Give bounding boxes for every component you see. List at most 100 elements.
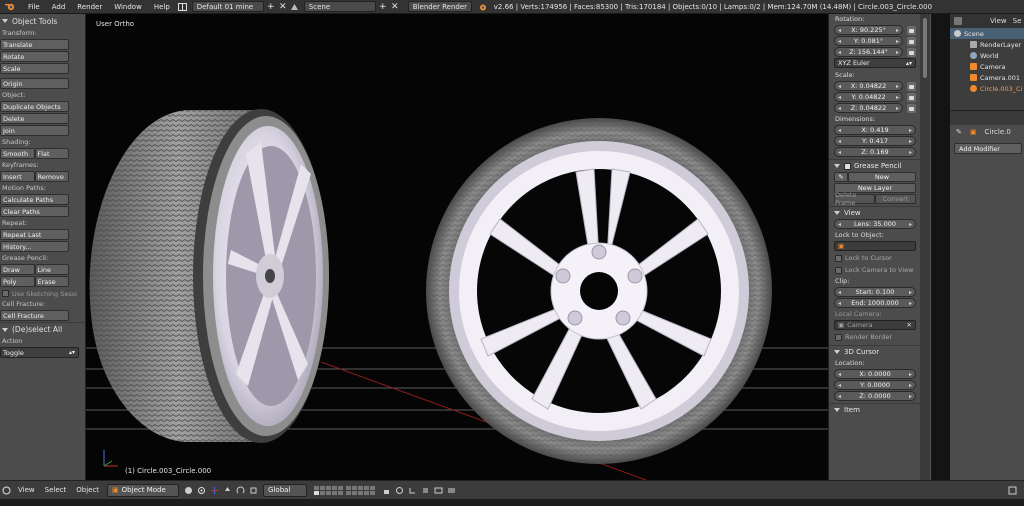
action-select[interactable]: Toggle ▴▾ (0, 347, 79, 358)
layer-buttons[interactable] (314, 485, 376, 495)
convert-button[interactable]: Convert (875, 194, 916, 204)
dimension-z-field[interactable]: ◂ Z: 0.169 ▸ (834, 147, 916, 157)
scale-manipulator-icon[interactable] (248, 485, 259, 496)
snap-target-icon[interactable] (420, 485, 431, 496)
screen-layout-field[interactable]: Default 01 mine (191, 1, 264, 12)
flat-button[interactable]: Flat (34, 148, 69, 159)
erase-button[interactable]: Erase (34, 276, 69, 287)
object-tools-header[interactable]: Object Tools (0, 14, 85, 28)
rotation-mode-select[interactable]: XYZ Euler ▴▾ (834, 58, 916, 68)
rotate-button[interactable]: Rotate (0, 51, 69, 62)
new-grease-button[interactable]: New (848, 172, 916, 182)
duplicate-objects-button[interactable]: Duplicate Objects (0, 101, 69, 112)
right-wheel[interactable] (426, 118, 772, 464)
orientation-select[interactable]: Global (263, 483, 308, 497)
rotation-y-field[interactable]: ◂ Y: 0.081° ▸ (834, 36, 903, 46)
deselect-all-header[interactable]: (De)select All (0, 322, 85, 336)
editor-type-icon[interactable] (954, 17, 962, 25)
history-button[interactable]: History... (0, 241, 69, 252)
opengl-animation-icon[interactable] (446, 485, 457, 496)
outliner-view-menu[interactable]: View (990, 17, 1007, 25)
add-layout-icon[interactable]: + (266, 1, 276, 12)
pivot-point-icon[interactable] (196, 485, 207, 496)
close-layout-icon[interactable]: ✕ (278, 1, 288, 12)
scrollbar-thumb[interactable] (923, 18, 927, 78)
cursor-z-field[interactable]: ◂ Z: 0.0000 ▸ (834, 391, 916, 401)
view-header[interactable]: View (829, 206, 920, 219)
menu-view[interactable]: View (13, 486, 40, 494)
lock-object-field[interactable]: ▣ (834, 241, 916, 251)
lock-icon[interactable] (907, 36, 916, 46)
outliner-item-camera[interactable]: Camera (950, 61, 1024, 72)
smooth-button[interactable]: Smooth (0, 148, 35, 159)
scale-z-field[interactable]: ◂ Z: 0.04822 ▸ (834, 103, 903, 113)
repeat-last-button[interactable]: Repeat Last (0, 229, 69, 240)
render-border-checkbox[interactable]: Render Border (829, 331, 920, 343)
menu-select[interactable]: Select (40, 486, 72, 494)
cursor-y-field[interactable]: ◂ Y: 0.0000 ▸ (834, 380, 916, 390)
3d-viewport[interactable]: User Ortho (1) Circle.003_Circle.000 (86, 14, 828, 480)
pencil-icon[interactable]: ✎ (834, 172, 848, 182)
translate-button[interactable]: Translate (0, 39, 69, 50)
snap-icon[interactable] (407, 485, 418, 496)
local-camera-field[interactable]: ▣ Camera ✕ (834, 320, 916, 330)
outliner-item-world[interactable]: World (950, 50, 1024, 61)
menu-render[interactable]: Render (71, 3, 108, 11)
mode-select[interactable]: ▣ Object Mode (107, 483, 180, 497)
outliner-item-scene[interactable]: Scene (950, 28, 1024, 39)
cell-fracture-button[interactable]: Cell Fracture (0, 310, 69, 321)
outliner-item-renderlayer[interactable]: RenderLayer (950, 39, 1024, 50)
outliner-item-circle[interactable]: Circle.003_Ci (950, 83, 1024, 94)
viewport-shading-icon[interactable] (183, 485, 194, 496)
lock-icon[interactable] (907, 47, 916, 57)
draw-button[interactable]: Draw (0, 264, 35, 275)
scene-icon[interactable] (290, 1, 300, 12)
opengl-render-icon[interactable] (433, 485, 444, 496)
lock-icon[interactable] (907, 103, 916, 113)
outliner-editor-icon[interactable] (1007, 485, 1018, 496)
delete-frame-button[interactable]: Delete Frame (834, 191, 875, 207)
translate-manipulator-icon[interactable] (222, 485, 233, 496)
dimension-x-field[interactable]: ◂ X: 0.419 ▸ (834, 125, 916, 135)
dimension-y-field[interactable]: ◂ Y: 0.417 ▸ (834, 136, 916, 146)
outliner-item-camera-001[interactable]: Camera.001 (950, 72, 1024, 83)
line-button[interactable]: Line (34, 264, 69, 275)
menu-add[interactable]: Add (46, 3, 72, 11)
properties-tabs[interactable] (950, 111, 1024, 125)
lock-camera-checkbox[interactable]: Lock Camera to View (829, 264, 920, 276)
rotation-z-field[interactable]: ◂ Z: 156.144° ▸ (834, 47, 903, 57)
insert-keyframe-button[interactable]: Insert (0, 171, 35, 182)
menu-help[interactable]: Help (148, 3, 176, 11)
clear-paths-button[interactable]: Clear Paths (0, 206, 69, 217)
lock-layers-icon[interactable] (381, 485, 392, 496)
blender-logo-icon[interactable] (4, 2, 16, 12)
menu-window[interactable]: Window (108, 3, 148, 11)
close-scene-icon[interactable]: ✕ (390, 1, 400, 12)
manipulator-toggle-icon[interactable] (209, 485, 220, 496)
left-wheel[interactable] (89, 109, 329, 443)
add-modifier-button[interactable]: Add Modifier (954, 143, 1022, 154)
clip-start-field[interactable]: ◂ Start: 0.100 ▸ (834, 287, 916, 297)
clear-icon[interactable]: ✕ (907, 321, 912, 329)
scene-field[interactable]: Scene (303, 1, 376, 12)
add-scene-icon[interactable]: + (378, 1, 388, 12)
proportional-edit-icon[interactable] (394, 485, 405, 496)
item-header[interactable]: Item (829, 403, 920, 416)
properties-scrollbar[interactable] (920, 14, 930, 480)
grease-pencil-header[interactable]: Grease Pencil (829, 159, 920, 172)
viewport-scene[interactable] (86, 14, 828, 480)
lock-to-cursor-checkbox[interactable]: Lock to Cursor (829, 252, 920, 264)
origin-button[interactable]: Origin (0, 78, 69, 89)
cursor-x-field[interactable]: ◂ X: 0.0000 ▸ (834, 369, 916, 379)
3d-cursor-header[interactable]: 3D Cursor (829, 345, 920, 358)
join-button[interactable]: Join (0, 125, 69, 136)
scale-y-field[interactable]: ◂ Y: 0.04822 ▸ (834, 92, 903, 102)
poly-button[interactable]: Poly (0, 276, 35, 287)
menu-file[interactable]: File (22, 3, 46, 11)
clip-end-field[interactable]: ◂ End: 1000.000 ▸ (834, 298, 916, 308)
grease-pencil-checkbox[interactable] (844, 162, 851, 170)
use-sketching-checkbox[interactable]: Use Sketching Sessi (0, 288, 85, 299)
screen-layout-icon[interactable] (178, 1, 188, 12)
outliner-search-label[interactable]: Se (1013, 17, 1022, 25)
lock-icon[interactable] (907, 25, 916, 35)
